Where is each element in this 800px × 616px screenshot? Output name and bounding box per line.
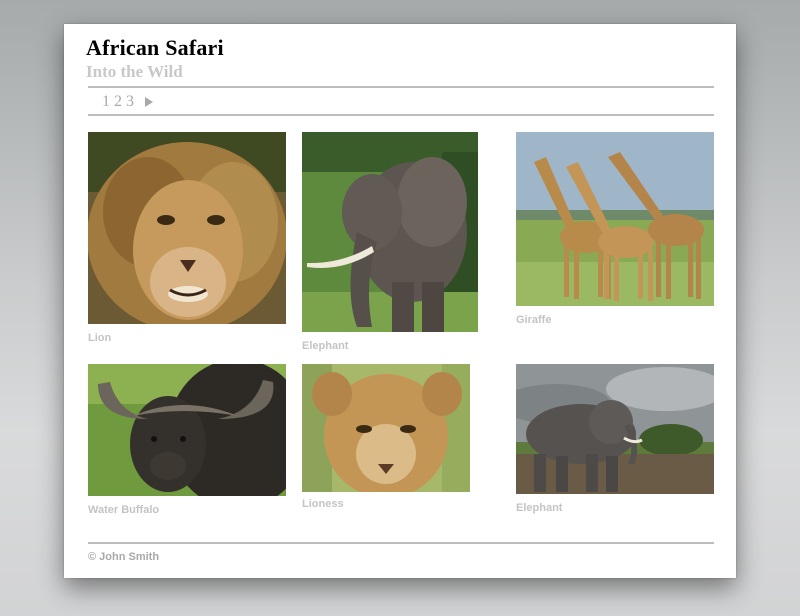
gallery-thumb-elephant[interactable]: [302, 132, 478, 332]
footer-copyright: © John Smith: [88, 551, 160, 563]
giraffe-image: [516, 132, 714, 306]
caption-giraffe: Giraffe: [516, 314, 552, 326]
page-link-3[interactable]: 3: [126, 93, 134, 111]
header-divider: [88, 86, 714, 88]
gallery-thumb-giraffe[interactable]: [516, 132, 714, 306]
elephant-image: [302, 132, 478, 332]
caption-lion: Lion: [88, 332, 112, 344]
page-link-2[interactable]: 2: [114, 93, 122, 111]
caption-elephant-2: Elephant: [516, 502, 563, 514]
lion-image: [88, 132, 286, 324]
caption-lioness: Lioness: [302, 498, 344, 510]
gallery-thumb-water-buffalo[interactable]: [88, 364, 286, 496]
next-page-arrow-icon[interactable]: [145, 97, 153, 107]
site-subtitle: Into the Wild: [86, 62, 183, 81]
gallery-thumb-lioness[interactable]: [302, 364, 470, 492]
pagination-divider: [88, 114, 714, 116]
footer-divider: [88, 542, 714, 544]
caption-elephant: Elephant: [302, 340, 349, 352]
page-card: African Safari Into the Wild 1 2 3 Lion: [64, 24, 736, 578]
caption-water-buffalo: Water Buffalo: [88, 504, 160, 516]
site-title[interactable]: African Safari: [86, 35, 224, 61]
water-buffalo-image: [88, 364, 286, 496]
elephant-landscape-image: [516, 364, 714, 494]
lioness-image: [302, 364, 470, 492]
gallery-thumb-elephant-2[interactable]: [516, 364, 714, 494]
pagination: 1 2 3: [102, 92, 153, 112]
gallery-thumb-lion[interactable]: [88, 132, 286, 324]
page-link-1[interactable]: 1: [102, 93, 110, 111]
